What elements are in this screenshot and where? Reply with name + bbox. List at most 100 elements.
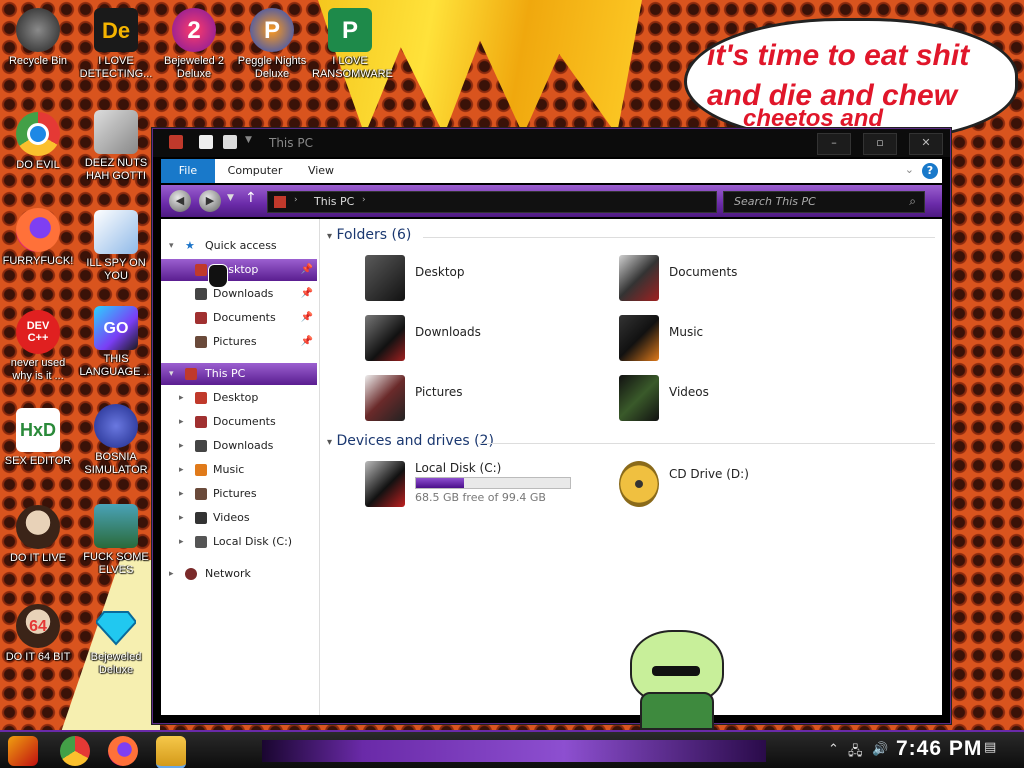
devcpp-icon: DEV C++ <box>16 310 60 354</box>
close-button[interactable]: ✕ <box>909 133 943 155</box>
search-icon[interactable]: ⌕ <box>909 194 916 209</box>
expand-arrow-icon[interactable]: ▾ <box>169 235 174 257</box>
search-box[interactable]: Search This PC ⌕ <box>723 191 925 213</box>
pin-icon[interactable]: 📌 <box>301 283 313 305</box>
desktop-icon-label: I LOVE RANSOMWARE <box>312 55 393 80</box>
collapse-arrow-icon[interactable]: ▸ <box>179 387 184 409</box>
desktop-icon-do-it-live[interactable]: DO IT LIVE <box>0 505 76 565</box>
nav-pc-documents[interactable]: ▸ Documents <box>161 411 317 433</box>
folder-tile-downloads[interactable]: Downloads <box>365 315 585 365</box>
desktop-icon-peggle-nights[interactable]: P Peggle Nights Deluxe <box>234 8 310 81</box>
nav-this-pc[interactable]: ▾ This PC <box>161 363 317 385</box>
taskbar: ⌃ 🖧 🔊 7:46 PM ▤ <box>0 730 1024 768</box>
file-explorer-window[interactable]: ▼ This PC – ▫ ✕ File Computer View ⌄ ? ◀… <box>152 128 951 724</box>
collapse-arrow-icon[interactable]: ▸ <box>179 459 184 481</box>
nav-quick-desktop[interactable]: Desktop 📌 <box>161 259 317 281</box>
nav-quick-documents[interactable]: Documents 📌 <box>161 307 317 329</box>
tab-file[interactable]: File <box>161 159 215 183</box>
tab-view[interactable]: View <box>301 159 341 183</box>
collapse-arrow-icon[interactable]: ▸ <box>179 531 184 553</box>
nav-pc-desktop[interactable]: ▸ Desktop <box>161 387 317 409</box>
desktop-icon-do-it-64-bit[interactable]: 64 DO IT 64 BIT <box>0 604 76 664</box>
breadcrumb[interactable]: This PC <box>314 195 354 208</box>
up-arrow-icon[interactable]: ↑ <box>245 190 257 206</box>
diamond-icon <box>94 604 138 648</box>
firefox-icon <box>16 208 60 252</box>
breadcrumb-chevron-icon[interactable]: › <box>362 195 366 205</box>
collapse-arrow-icon[interactable]: ▸ <box>179 507 184 529</box>
desktop-icon-deez-nuts[interactable]: DEEZ NUTS HAH GOTTI <box>78 110 154 183</box>
desktop-icon-ill-spy-on-you[interactable]: ILL SPY ON YOU <box>78 210 154 283</box>
nav-pc-local-disk[interactable]: ▸ Local Disk (C:) <box>161 531 317 553</box>
desktop-icon-fuck-some-elves[interactable]: FUCK SOME ELVES <box>78 504 154 577</box>
file-explorer-taskbar-icon[interactable] <box>156 736 186 768</box>
nav-quick-pictures[interactable]: Pictures 📌 <box>161 331 317 353</box>
desktop-icon-recycle-bin[interactable]: Recycle Bin <box>0 8 76 68</box>
pictures-folder-icon <box>195 488 207 500</box>
folders-group-header[interactable]: ▾ Folders (6) <box>327 227 935 243</box>
folder-tile-music[interactable]: Music <box>619 315 839 365</box>
properties-icon[interactable] <box>199 135 213 149</box>
desktop-icon-devcpp[interactable]: DEV C++ never used why is it ... <box>0 310 76 383</box>
firefox-taskbar-icon[interactable] <box>108 736 138 766</box>
tab-computer[interactable]: Computer <box>225 159 285 183</box>
new-folder-icon[interactable] <box>223 135 237 149</box>
back-button[interactable]: ◀ <box>169 190 191 212</box>
hand-cursor-icon <box>208 264 228 288</box>
expand-arrow-icon[interactable]: ▾ <box>169 363 174 385</box>
nav-pc-downloads[interactable]: ▸ Downloads <box>161 435 317 457</box>
window-titlebar[interactable]: ▼ This PC – ▫ ✕ <box>153 129 950 157</box>
publisher-icon: P <box>328 8 372 52</box>
collapse-arrow-icon[interactable]: ▾ <box>327 437 332 448</box>
forward-button[interactable]: ▶ <box>199 190 221 212</box>
collapse-arrow-icon[interactable]: ▸ <box>179 411 184 433</box>
desktop-icon-sex-editor[interactable]: HxD SEX EDITOR <box>0 408 76 468</box>
chevron-down-icon[interactable]: ▼ <box>245 135 259 149</box>
pin-icon[interactable]: 📌 <box>301 331 313 353</box>
volume-icon[interactable]: 🔊 <box>872 742 888 757</box>
nav-quick-downloads[interactable]: Downloads 📌 <box>161 283 317 305</box>
desktop-icon-this-language[interactable]: GO THIS LANGUAGE ... <box>78 306 154 379</box>
recent-locations-icon[interactable]: ▼ <box>227 193 234 203</box>
folder-tile-desktop[interactable]: Desktop <box>365 255 585 305</box>
collapse-arrow-icon[interactable]: ▸ <box>179 483 184 505</box>
desktop-icon-bejeweled-2[interactable]: 2 Bejeweled 2 Deluxe <box>156 8 232 81</box>
folder-tile-videos[interactable]: Videos <box>619 375 839 425</box>
desktop-icon-i-love-ransomware[interactable]: P I LOVE RANSOMWARE <box>312 8 393 81</box>
search-input[interactable]: Search This PC <box>734 195 816 208</box>
folder-tile-documents[interactable]: Documents <box>619 255 839 305</box>
clock[interactable]: 7:46 PM <box>896 737 982 761</box>
nav-pc-pictures[interactable]: ▸ Pictures <box>161 483 317 505</box>
devices-group-header[interactable]: ▾ Devices and drives (2) <box>327 433 935 449</box>
desktop-icon-i-love-detecting[interactable]: De I LOVE DETECTING... <box>78 8 154 81</box>
chrome-taskbar-icon[interactable] <box>60 736 90 766</box>
nav-pc-videos[interactable]: ▸ Videos <box>161 507 317 529</box>
drive-tile-c[interactable]: Local Disk (C:) 68.5 GB free of 99.4 GB <box>365 461 585 511</box>
address-bar[interactable]: › This PC › <box>267 191 717 213</box>
pin-icon[interactable]: 📌 <box>301 307 313 329</box>
minimize-button[interactable]: – <box>817 133 851 155</box>
collapse-arrow-icon[interactable]: ▸ <box>179 435 184 457</box>
desktop-icon-label: DO EVIL <box>16 159 60 171</box>
network-tray-icon[interactable]: 🖧 <box>848 742 863 764</box>
desktop-icon-bosnia-simulator[interactable]: BOSNIA SIMULATOR <box>78 404 154 477</box>
music-folder-icon <box>195 464 207 476</box>
chevron-up-icon[interactable]: ⌃ <box>828 742 839 757</box>
folder-tile-pictures[interactable]: Pictures <box>365 375 585 425</box>
desktop-icon-furryfuck[interactable]: FURRYFUCK! <box>0 208 76 268</box>
desktop-icon-do-evil[interactable]: DO EVIL <box>0 112 76 172</box>
desktop-icon-bejeweled-deluxe[interactable]: Bejeweled Deluxe <box>78 604 154 677</box>
cd-drive-icon <box>619 461 659 507</box>
maximize-button[interactable]: ▫ <box>863 133 897 155</box>
nav-quick-access[interactable]: ▾ ★ Quick access <box>161 235 317 257</box>
notifications-icon[interactable]: ▤ <box>984 740 996 755</box>
drive-tile-d[interactable]: CD Drive (D:) <box>619 461 839 511</box>
collapse-arrow-icon[interactable]: ▾ <box>327 231 332 242</box>
collapse-arrow-icon[interactable]: ▸ <box>169 563 174 585</box>
expand-ribbon-icon[interactable]: ⌄ <box>905 163 914 176</box>
pin-icon[interactable]: 📌 <box>301 259 313 281</box>
nav-pc-music[interactable]: ▸ Music <box>161 459 317 481</box>
help-icon[interactable]: ? <box>922 163 938 179</box>
nav-network[interactable]: ▸ Network <box>161 563 317 585</box>
start-button[interactable] <box>8 736 38 766</box>
